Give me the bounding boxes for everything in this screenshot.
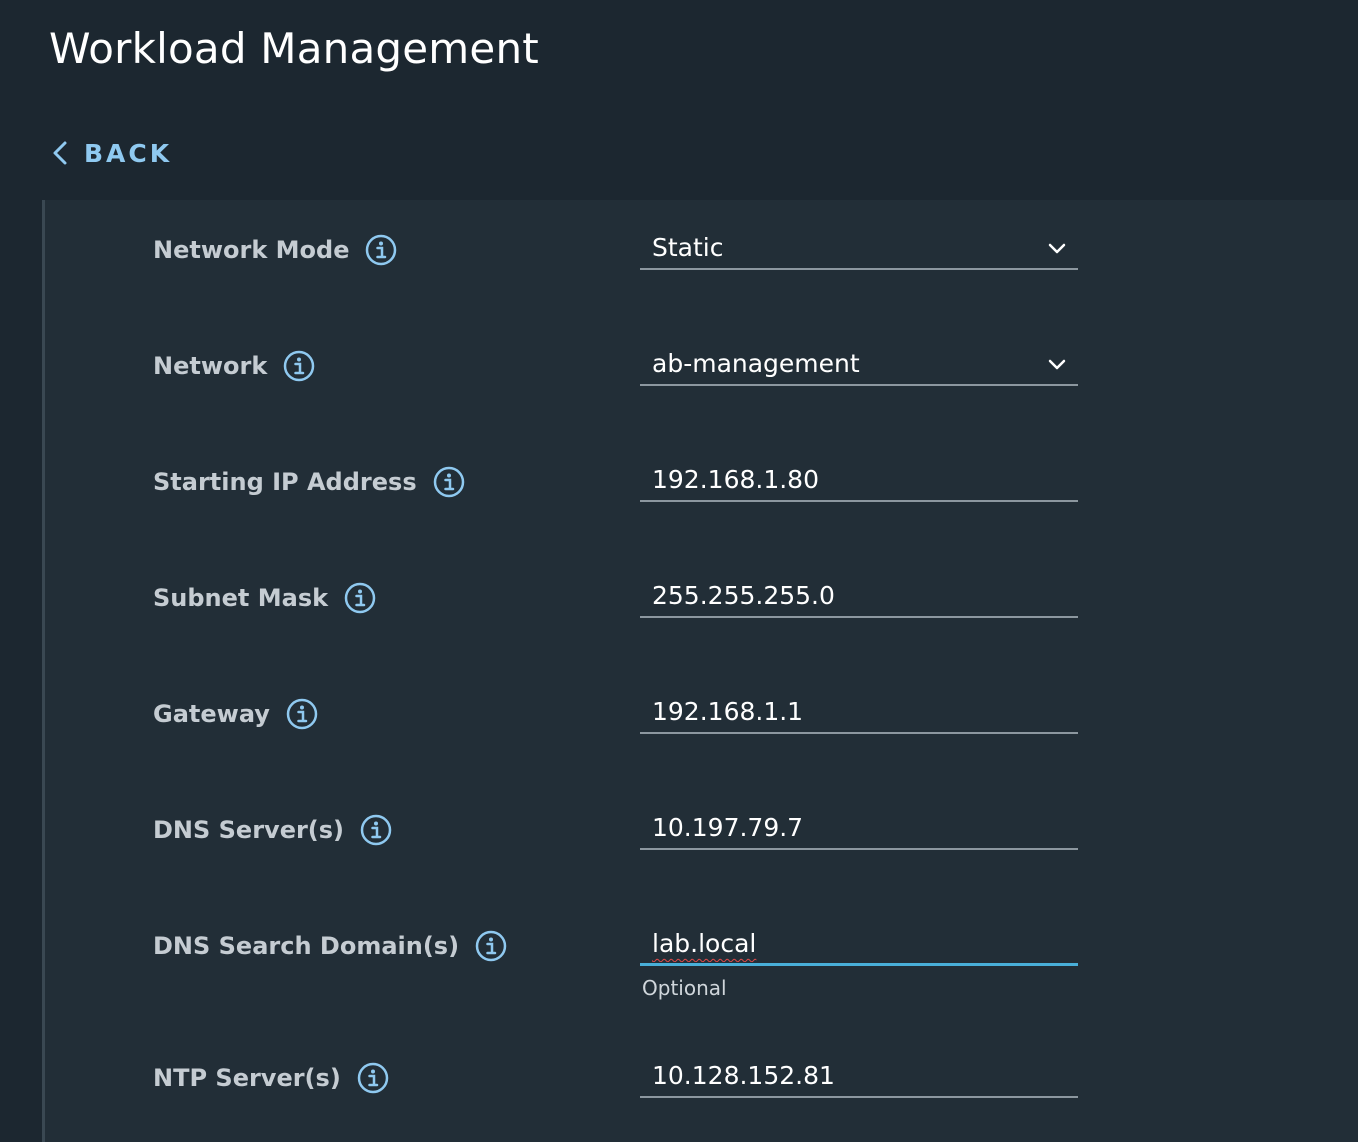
- network-select[interactable]: ab-management: [640, 346, 1078, 386]
- network-mode-value[interactable]: Static: [652, 230, 1032, 266]
- chevron-down-icon[interactable]: [1046, 354, 1068, 376]
- network-row: Network ab-management: [45, 346, 1358, 416]
- chevron-left-icon: [50, 138, 70, 168]
- network-label-group: Network: [153, 346, 315, 386]
- starting-ip-label-group: Starting IP Address: [153, 462, 465, 502]
- dns-search-label: DNS Search Domain(s): [153, 932, 460, 960]
- ntp-servers-input[interactable]: [652, 1058, 1032, 1094]
- subnet-mask-label-group: Subnet Mask: [153, 578, 376, 618]
- ntp-servers-row: NTP Server(s): [45, 1058, 1358, 1128]
- dns-search-field[interactable]: [640, 926, 1078, 966]
- back-button[interactable]: BACK: [50, 136, 172, 170]
- ntp-servers-label-group: NTP Server(s): [153, 1058, 389, 1098]
- page-header: Workload Management BACK: [0, 0, 1358, 200]
- dns-search-helper-text: Optional: [642, 976, 727, 1000]
- workload-management-page: Workload Management BACK Network Mode St…: [0, 0, 1358, 1142]
- back-label: BACK: [84, 138, 173, 168]
- network-value[interactable]: ab-management: [652, 346, 1032, 382]
- subnet-mask-row: Subnet Mask: [45, 578, 1358, 648]
- info-icon[interactable]: [365, 234, 397, 266]
- network-mode-select[interactable]: Static: [640, 230, 1078, 270]
- gateway-label: Gateway: [153, 700, 270, 728]
- starting-ip-row: Starting IP Address: [45, 462, 1358, 532]
- gateway-input[interactable]: [652, 694, 1032, 730]
- info-icon[interactable]: [344, 582, 376, 614]
- info-icon[interactable]: [286, 698, 318, 730]
- subnet-mask-field[interactable]: [640, 578, 1078, 618]
- dns-search-input[interactable]: [652, 926, 1032, 962]
- starting-ip-input[interactable]: [652, 462, 1032, 498]
- page-title: Workload Management: [49, 24, 539, 73]
- network-mode-row: Network Mode Static: [45, 230, 1358, 300]
- network-mode-label: Network Mode: [153, 236, 350, 264]
- dns-servers-label: DNS Server(s): [153, 816, 345, 844]
- chevron-down-icon[interactable]: [1046, 238, 1068, 260]
- dns-servers-input[interactable]: [652, 810, 1032, 846]
- ntp-servers-field[interactable]: [640, 1058, 1078, 1098]
- info-icon[interactable]: [283, 350, 315, 382]
- ntp-servers-label: NTP Server(s): [153, 1064, 341, 1092]
- network-settings-panel: Network Mode Static Network ab-managemen…: [42, 200, 1358, 1142]
- dns-servers-field[interactable]: [640, 810, 1078, 850]
- subnet-mask-label: Subnet Mask: [153, 584, 329, 612]
- dns-servers-label-group: DNS Server(s): [153, 810, 392, 850]
- gateway-label-group: Gateway: [153, 694, 318, 734]
- dns-search-label-group: DNS Search Domain(s): [153, 926, 507, 966]
- info-icon[interactable]: [475, 930, 507, 962]
- info-icon[interactable]: [357, 1062, 389, 1094]
- info-icon[interactable]: [433, 466, 465, 498]
- network-label: Network: [153, 352, 268, 380]
- gateway-row: Gateway: [45, 694, 1358, 764]
- dns-servers-row: DNS Server(s): [45, 810, 1358, 880]
- starting-ip-field[interactable]: [640, 462, 1078, 502]
- dns-search-row: DNS Search Domain(s) Optional: [45, 926, 1358, 1026]
- starting-ip-label: Starting IP Address: [153, 468, 417, 496]
- gateway-field[interactable]: [640, 694, 1078, 734]
- subnet-mask-input[interactable]: [652, 578, 1032, 614]
- network-mode-label-group: Network Mode: [153, 230, 397, 270]
- info-icon[interactable]: [360, 814, 392, 846]
